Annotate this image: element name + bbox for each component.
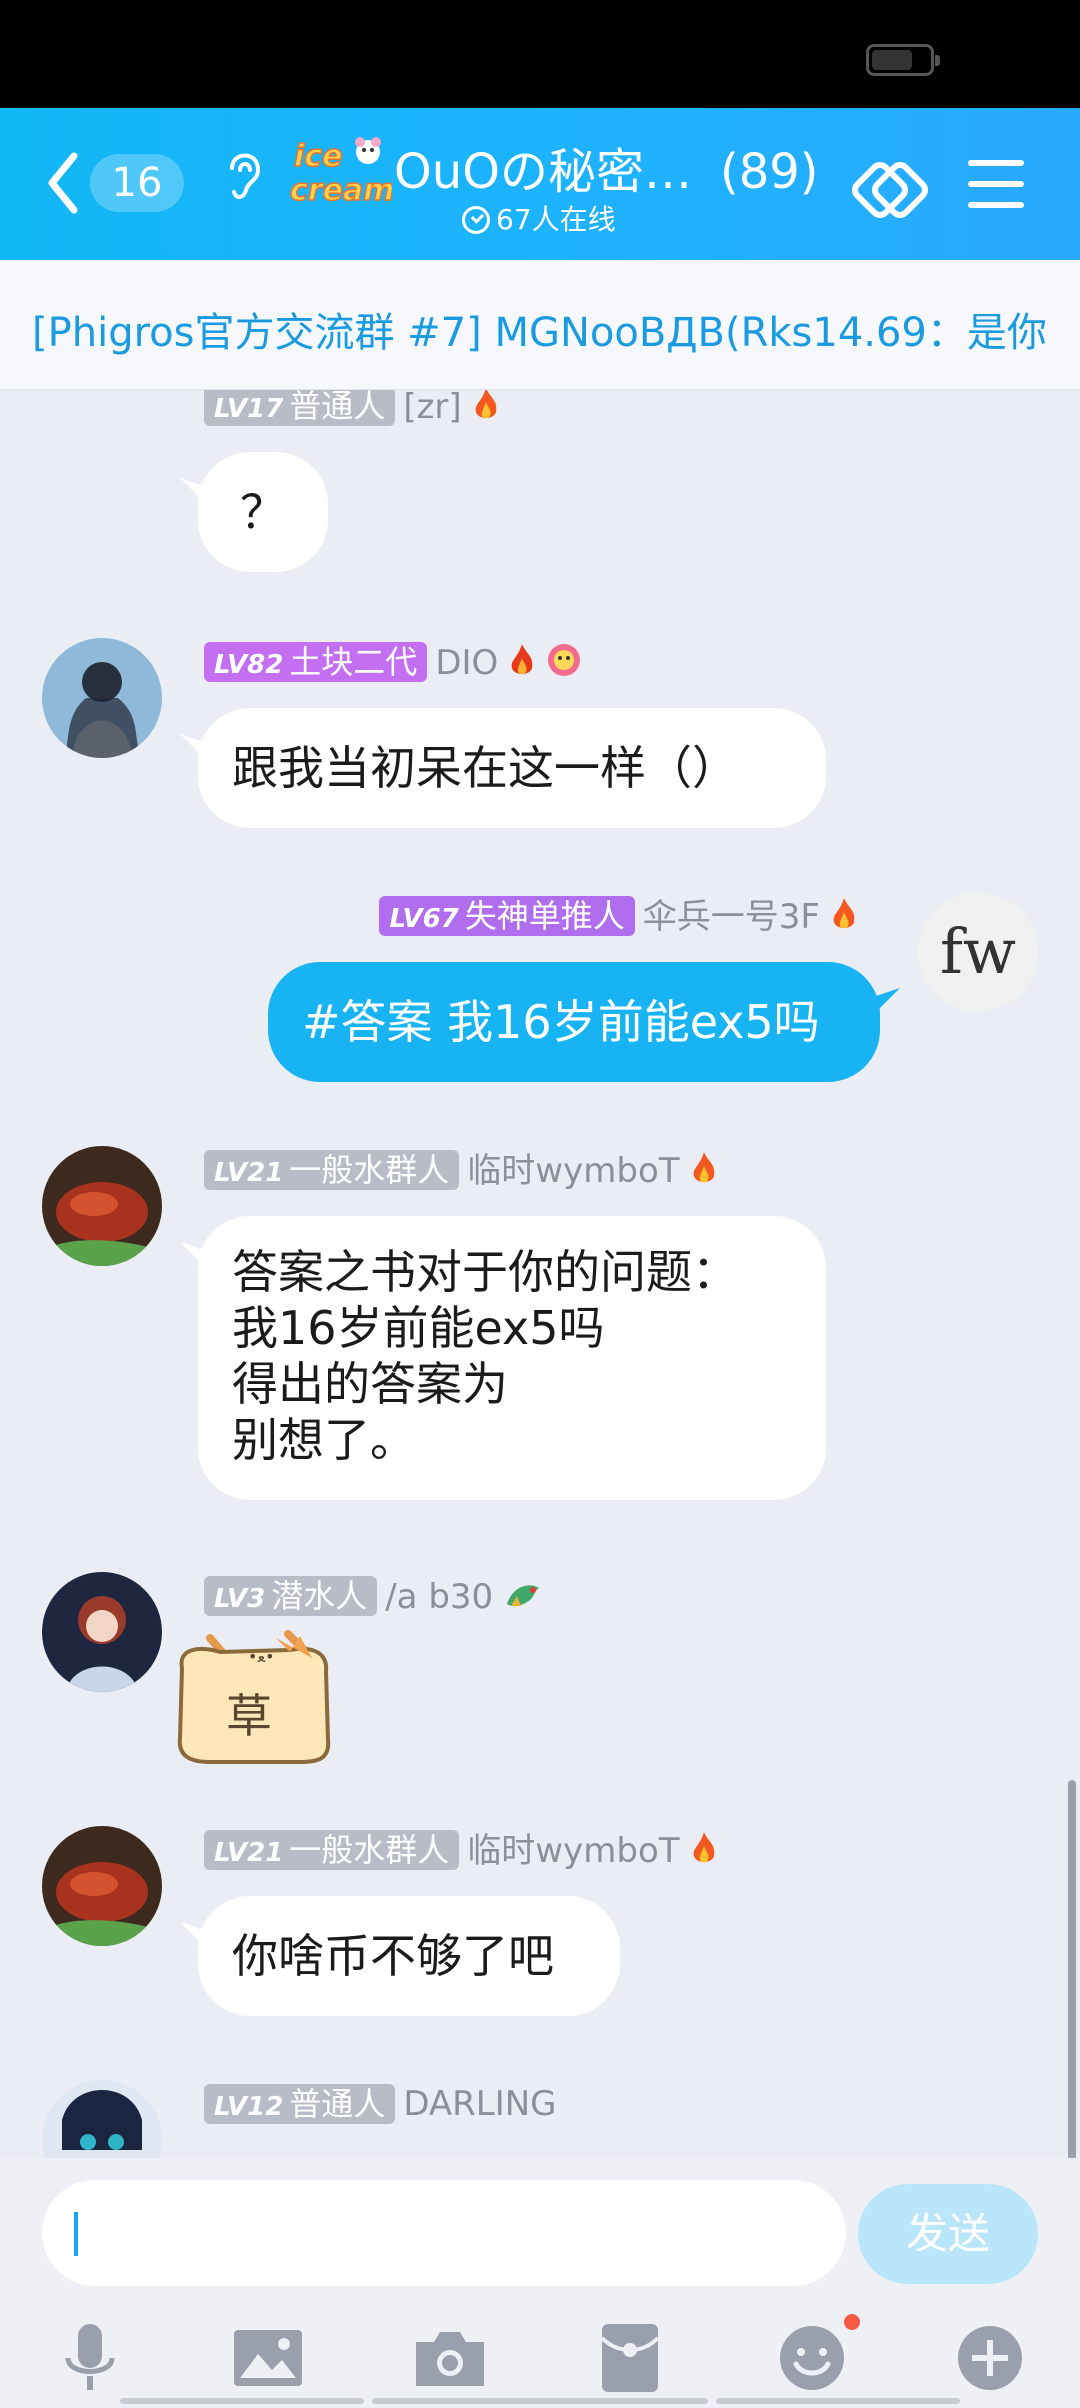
scrollbar[interactable] bbox=[1068, 1780, 1076, 2160]
plus-icon[interactable] bbox=[950, 2318, 1030, 2398]
message-bubble[interactable]: #答案 我16岁前能ex5吗 bbox=[268, 962, 880, 1082]
status-bar bbox=[0, 0, 1080, 108]
online-count: 67人在线 bbox=[496, 203, 616, 236]
message-meta: LV21 一般水群人 临时wymboT bbox=[204, 1830, 718, 1871]
microphone-icon[interactable] bbox=[50, 2318, 130, 2398]
svg-text:cream: cream bbox=[290, 173, 392, 208]
notification-dot bbox=[844, 2314, 860, 2330]
sender-name: 临时wymboT bbox=[467, 1151, 680, 1191]
message-meta: LV12 普通人 DARLING bbox=[204, 2084, 557, 2124]
message-bubble[interactable]: 跟我当初呆在这一样（） bbox=[198, 708, 826, 828]
avatar[interactable]: fw bbox=[918, 892, 1038, 1012]
announcement-text: [Phigros官方交流群 #7] MGNooBДB(Rks14.69：是你 bbox=[32, 310, 1047, 356]
avatar[interactable] bbox=[42, 1146, 162, 1266]
flame-icon bbox=[511, 644, 533, 675]
svg-text:•ﻌ•: •ﻌ• bbox=[248, 1647, 275, 1666]
chat-message-list[interactable]: LV17 普通人 [zr] ？ LV82 土块二代 DIO 跟我当初呆在这一样（） fw… bbox=[0, 390, 1080, 2158]
message-meta: LV21 一般水群人 临时wymboT bbox=[204, 1150, 718, 1191]
sender-name: [zr] bbox=[403, 390, 462, 427]
sender-name: DARLING bbox=[403, 2084, 557, 2124]
sender-name: /a b30 bbox=[385, 1577, 494, 1617]
tab-indicator bbox=[372, 2398, 708, 2404]
flame-icon bbox=[693, 1832, 714, 1863]
flame-icon bbox=[833, 898, 855, 929]
battery-icon bbox=[866, 44, 940, 76]
image-icon[interactable] bbox=[228, 2318, 308, 2398]
sticker-text: 草 bbox=[226, 1689, 272, 1743]
level-badge: LV3 潜水人 bbox=[204, 1576, 378, 1616]
camera-icon[interactable] bbox=[410, 2318, 490, 2398]
group-logo: ice cream bbox=[289, 137, 392, 209]
flame-icon bbox=[693, 1152, 714, 1183]
level-badge: LV17 普通人 bbox=[204, 390, 396, 426]
input-area: 发送 bbox=[0, 2158, 1080, 2408]
group-title[interactable]: OuOの秘密… (89) bbox=[394, 132, 819, 202]
send-button[interactable]: 发送 bbox=[858, 2184, 1038, 2284]
check-circle-icon bbox=[462, 206, 490, 234]
menu-icon[interactable] bbox=[968, 160, 1024, 210]
avatar[interactable] bbox=[42, 1826, 162, 1946]
message-input[interactable] bbox=[42, 2180, 846, 2286]
dragon-icon bbox=[507, 1585, 540, 1607]
message-meta: LV17 普通人 [zr] bbox=[204, 390, 500, 427]
tab-indicator bbox=[120, 2398, 364, 2404]
sticker[interactable]: 草 •ﻌ• bbox=[170, 1628, 340, 1778]
flower-icon bbox=[548, 644, 581, 676]
tab-indicator bbox=[716, 2398, 960, 2404]
avatar[interactable] bbox=[42, 638, 162, 758]
level-badge: LV12 普通人 bbox=[204, 2084, 396, 2124]
group-announcement-banner[interactable]: [Phigros官方交流群 #7] MGNooBДB(Rks14.69：是你 bbox=[0, 260, 1080, 390]
sender-name: 伞兵一号3F bbox=[642, 897, 820, 937]
flame-icon bbox=[475, 390, 496, 419]
level-badge: LV21 一般水群人 bbox=[204, 1830, 460, 1870]
message-meta: LV82 土块二代 DIO bbox=[204, 642, 582, 683]
sender-name: 临时wymboT bbox=[467, 1831, 680, 1871]
unread-count-badge[interactable]: 16 bbox=[90, 154, 184, 212]
avatar[interactable] bbox=[42, 2080, 162, 2158]
svg-text:ice: ice bbox=[294, 139, 342, 174]
ear-icon[interactable] bbox=[222, 144, 266, 208]
input-toolbar bbox=[0, 2308, 1080, 2408]
link-switch-icon[interactable] bbox=[850, 152, 930, 228]
emoji-icon[interactable] bbox=[772, 2318, 852, 2398]
level-badge: LV21 一般水群人 bbox=[204, 1150, 460, 1190]
message-bubble[interactable]: 你啥币不够了吧 bbox=[198, 1896, 620, 2016]
avatar[interactable] bbox=[42, 1572, 162, 1692]
chat-header: 16 ice cream OuOの秘密… (89) 67人在线 bbox=[0, 108, 1080, 260]
member-count: (89) bbox=[720, 144, 819, 200]
level-badge: LV67 失神单推人 bbox=[379, 896, 635, 936]
group-name: OuOの秘密… bbox=[394, 144, 692, 200]
red-packet-icon[interactable] bbox=[590, 2318, 670, 2398]
online-status: 67人在线 bbox=[462, 198, 616, 238]
sender-name: DIO bbox=[435, 643, 499, 683]
message-meta: LV3 潜水人/a b30 bbox=[204, 1576, 543, 1617]
level-badge: LV82 土块二代 bbox=[204, 642, 428, 682]
message-meta: LV67 失神单推人 伞兵一号3F bbox=[379, 896, 858, 937]
message-bubble[interactable]: ？ bbox=[198, 452, 328, 572]
message-bubble[interactable]: 答案之书对于你的问题： 我16岁前能ex5吗 得出的答案为 别想了。 bbox=[198, 1216, 826, 1500]
text-caret bbox=[74, 2212, 78, 2256]
